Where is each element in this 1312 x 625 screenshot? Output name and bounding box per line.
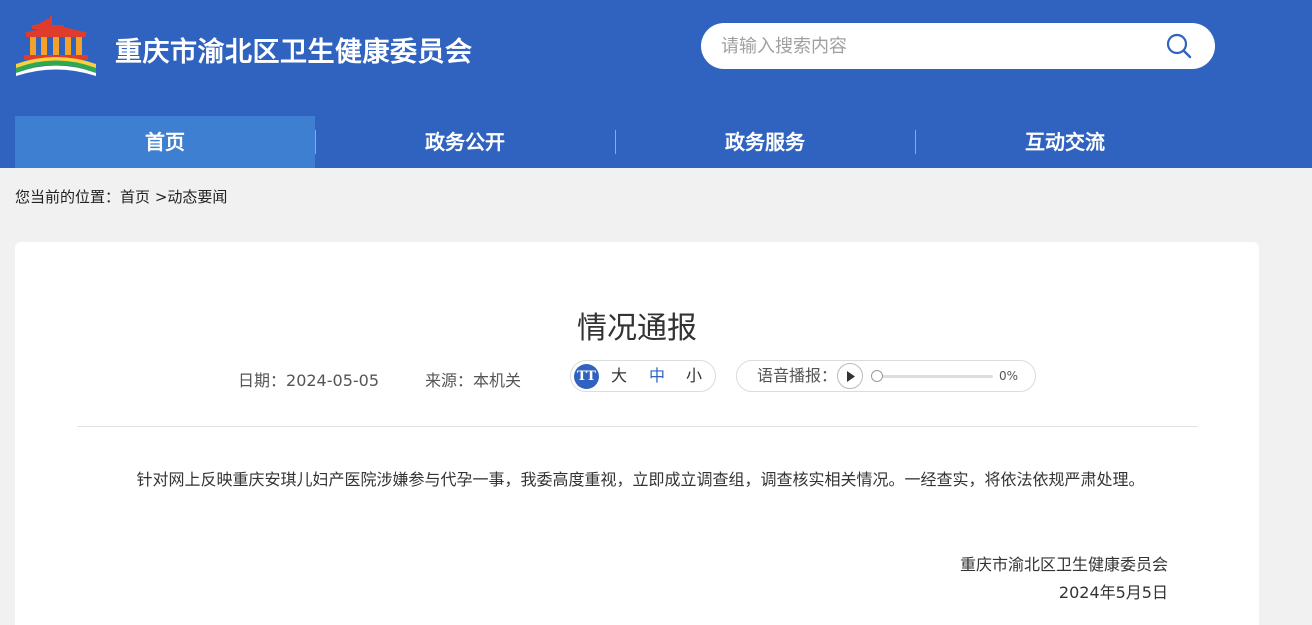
article-body: 针对网上反映重庆安琪儿妇产医院涉嫌参与代孕一事，我委高度重视，立即成立调查组，调… bbox=[136, 470, 1145, 489]
font-size-large-option[interactable]: 大 bbox=[611, 361, 627, 391]
search-input[interactable] bbox=[721, 23, 1151, 69]
nav-item-government-services[interactable]: 政务服务 bbox=[615, 116, 915, 168]
font-size-icon: TT bbox=[574, 364, 599, 389]
content-divider bbox=[77, 426, 1198, 427]
breadcrumb-current-link[interactable]: 动态要闻 bbox=[167, 186, 227, 207]
article-source: 来源：本机关 bbox=[425, 367, 521, 391]
font-size-control: TT 大 中 小 bbox=[570, 360, 716, 392]
play-button[interactable] bbox=[837, 363, 863, 389]
nav-item-home[interactable]: 首页 bbox=[15, 116, 315, 168]
breadcrumb: 您当前的位置：首页 >动态要闻 bbox=[15, 186, 227, 207]
date-value: 2024-05-05 bbox=[286, 371, 379, 390]
source-value: 本机关 bbox=[473, 371, 522, 390]
main-nav: 首页 政务公开 政务服务 互动交流 bbox=[0, 116, 1312, 168]
article-title: 情况通报 bbox=[577, 311, 697, 346]
audio-label: 语音播报： bbox=[757, 366, 838, 385]
breadcrumb-prefix: 您当前的位置： bbox=[15, 188, 121, 206]
breadcrumb-home-link[interactable]: 首页 bbox=[120, 186, 150, 207]
article-date: 日期：2024-05-05 bbox=[238, 367, 379, 391]
site-title[interactable]: 重庆市渝北区卫生健康委员会 bbox=[115, 30, 473, 69]
government-building-emblem-icon[interactable] bbox=[14, 13, 98, 77]
font-size-medium-option[interactable]: 中 bbox=[649, 361, 665, 391]
font-size-small-option[interactable]: 小 bbox=[686, 361, 702, 391]
audio-player: 语音播报： 0% bbox=[736, 360, 1036, 392]
search-icon[interactable] bbox=[1164, 31, 1194, 61]
audio-progress-text: 0% bbox=[999, 369, 1019, 383]
date-label: 日期： bbox=[238, 371, 287, 390]
signature-date: 2024年5月5日 bbox=[1058, 583, 1168, 602]
signature-organization: 重庆市渝北区卫生健康委员会 bbox=[959, 555, 1168, 574]
play-icon bbox=[847, 371, 855, 382]
search-box bbox=[701, 23, 1215, 69]
audio-progress-track[interactable] bbox=[875, 375, 993, 378]
audio-progress-handle[interactable] bbox=[871, 370, 883, 382]
nav-item-interaction[interactable]: 互动交流 bbox=[915, 116, 1215, 168]
site-header: 重庆市渝北区卫生健康委员会 bbox=[0, 0, 1312, 116]
source-label: 来源： bbox=[425, 371, 474, 390]
nav-item-government-affairs[interactable]: 政务公开 bbox=[315, 116, 615, 168]
breadcrumb-separator: > bbox=[154, 188, 168, 206]
